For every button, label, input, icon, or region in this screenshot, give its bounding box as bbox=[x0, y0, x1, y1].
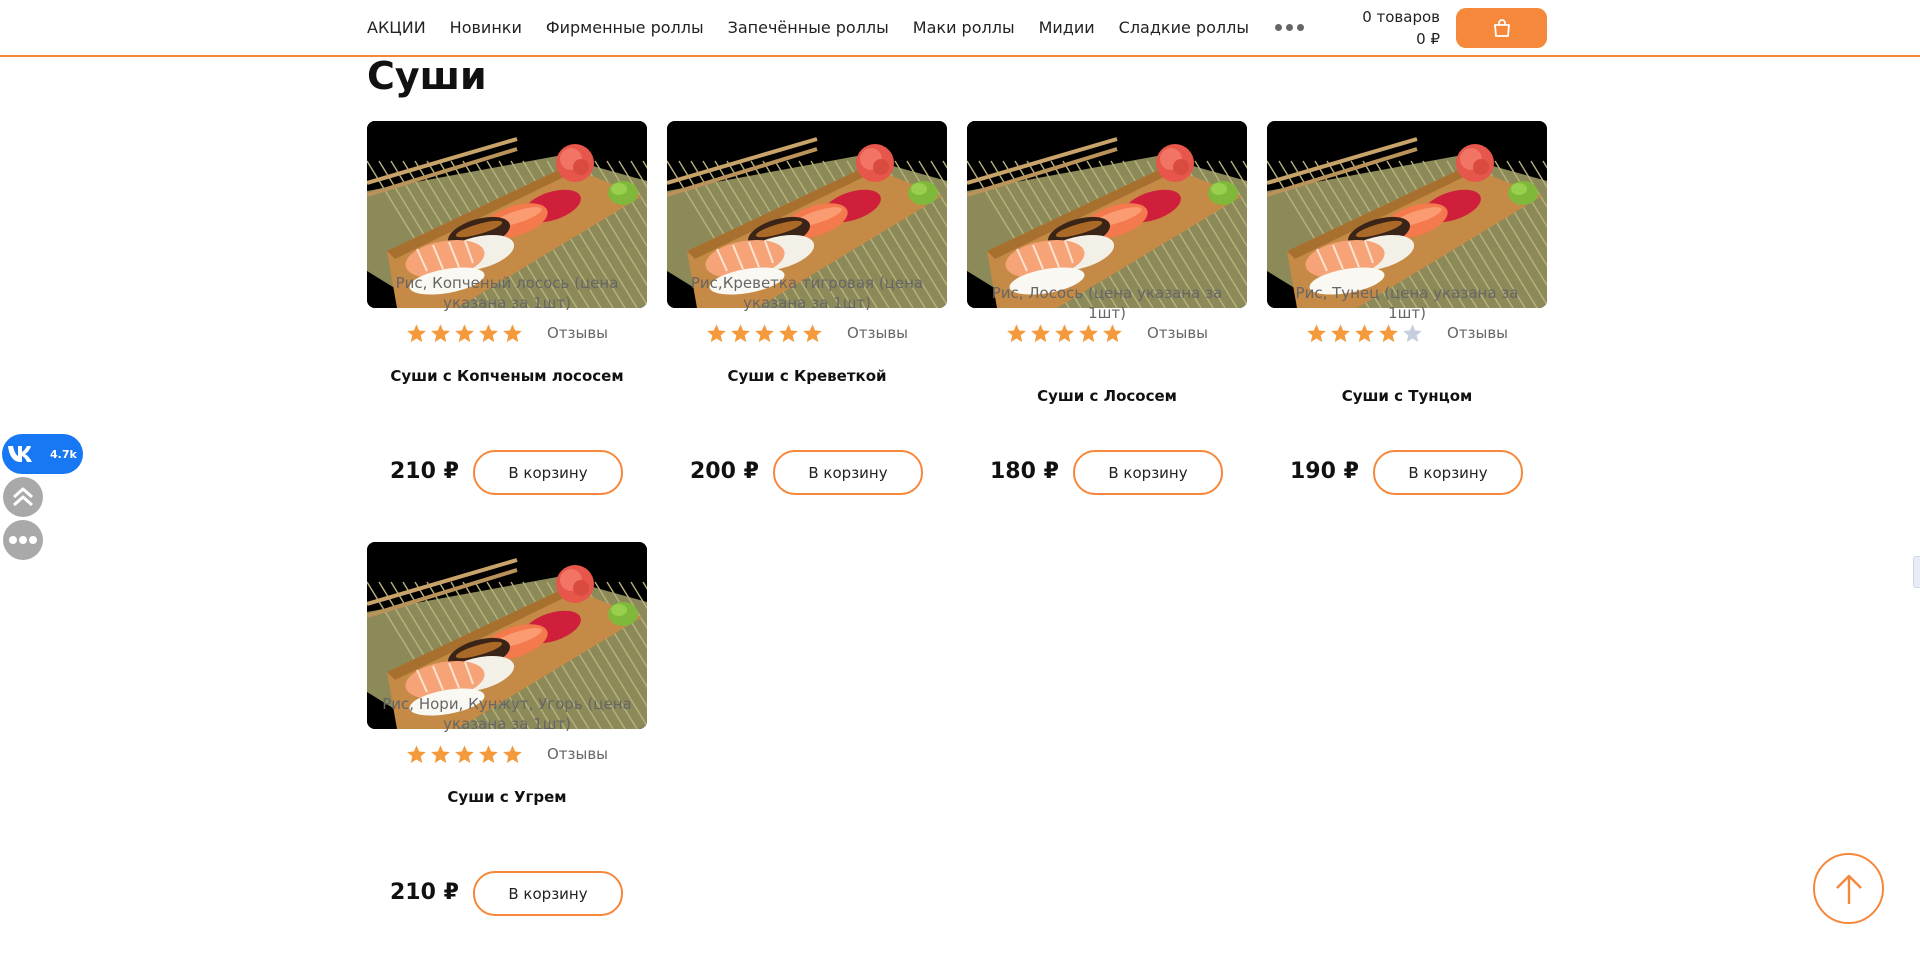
nav-item-firmennye-rolly[interactable]: Фирменные роллы bbox=[546, 18, 704, 37]
star-filled-icon bbox=[1031, 323, 1050, 342]
add-to-cart-button[interactable]: В корзину bbox=[1373, 450, 1523, 495]
star-rating bbox=[406, 744, 523, 765]
nav-item-akcii[interactable]: АКЦИИ bbox=[367, 18, 426, 37]
product-card: Отзывы Суши с Копченым лососем Рис, Копчен… bbox=[367, 121, 647, 495]
cart-items-count: 0 товаров bbox=[1362, 8, 1440, 26]
product-description: Рис, Тунец (цена указана за 1шт) bbox=[1295, 284, 1519, 322]
shopping-bag-icon bbox=[1493, 19, 1510, 37]
reviews-link[interactable]: Отзывы bbox=[547, 745, 608, 763]
product-card: Отзывы Суши с Лососем Рис, Лосось (цена ук… bbox=[967, 121, 1247, 495]
star-filled-icon bbox=[1355, 323, 1374, 342]
product-description: Рис,Креветка тигровая (цена указана за 1… bbox=[690, 274, 924, 312]
product-price: 210 ₽ bbox=[390, 459, 459, 484]
star-filled-icon bbox=[407, 744, 426, 763]
product-image[interactable] bbox=[1267, 121, 1547, 308]
product-name: Суши с Копченым лососем bbox=[390, 367, 624, 385]
scroll-up-widget[interactable] bbox=[3, 477, 43, 517]
site-header: АКЦИИ Новинки Фирменные роллы Запечённые… bbox=[0, 0, 1920, 57]
reviews-link[interactable]: Отзывы bbox=[1147, 324, 1208, 342]
star-rating bbox=[706, 323, 823, 344]
scroll-top-button[interactable] bbox=[1813, 853, 1884, 924]
rating-row: Отзывы bbox=[1267, 320, 1547, 346]
product-image[interactable] bbox=[967, 121, 1247, 308]
star-filled-icon bbox=[1055, 323, 1074, 342]
star-filled-icon bbox=[503, 323, 522, 342]
star-filled-icon bbox=[707, 323, 726, 342]
product-card: Отзывы Суши с Креветкой Рис,Креветка тигро… bbox=[667, 121, 947, 495]
product-card: Отзывы Суши с Угрем Рис, Нори, Кунжут, Уго… bbox=[367, 542, 647, 916]
nav-item-midii[interactable]: Мидии bbox=[1039, 18, 1095, 37]
product-name: Суши с Тунцом bbox=[1341, 387, 1473, 405]
product-description: Рис, Лосось (цена указана за 1шт) bbox=[991, 284, 1223, 322]
product-card: Отзывы Суши с Тунцом Рис, Тунец (цена указ… bbox=[1267, 121, 1547, 495]
star-filled-icon bbox=[455, 744, 474, 763]
vk-logo-icon bbox=[2, 434, 42, 474]
star-filled-icon bbox=[1103, 323, 1122, 342]
nav-item-sladkie-rolly[interactable]: Сладкие роллы bbox=[1119, 18, 1249, 37]
product-name: Суши с Угрем bbox=[447, 788, 567, 806]
product-price: 210 ₽ bbox=[390, 880, 459, 905]
product-name: Суши с Лососем bbox=[1037, 387, 1177, 405]
nav-item-novinki[interactable]: Новинки bbox=[450, 18, 522, 37]
star-filled-icon bbox=[431, 323, 450, 342]
star-filled-icon bbox=[479, 323, 498, 342]
star-filled-icon bbox=[407, 323, 426, 342]
rating-row: Отзывы bbox=[367, 741, 647, 767]
star-rating bbox=[1006, 323, 1123, 344]
star-filled-icon bbox=[779, 323, 798, 342]
section-title: Суши bbox=[367, 54, 487, 98]
vk-widget[interactable]: 4.7k bbox=[2, 434, 83, 474]
star-rating bbox=[406, 323, 523, 344]
rating-row: Отзывы bbox=[967, 320, 1247, 346]
add-to-cart-button[interactable]: В корзину bbox=[1073, 450, 1223, 495]
cart-total: 0 ₽ bbox=[1416, 30, 1440, 48]
star-filled-icon bbox=[455, 323, 474, 342]
main-nav: АКЦИИ Новинки Фирменные роллы Запечённые… bbox=[367, 0, 1304, 55]
rating-row: Отзывы bbox=[367, 320, 647, 346]
star-filled-icon bbox=[1331, 323, 1350, 342]
add-to-cart-button[interactable]: В корзину bbox=[473, 871, 623, 916]
nav-item-maki-rolly[interactable]: Маки роллы bbox=[913, 18, 1015, 37]
reviews-link[interactable]: Отзывы bbox=[847, 324, 908, 342]
reviews-link[interactable]: Отзывы bbox=[547, 324, 608, 342]
product-price: 200 ₽ bbox=[690, 459, 759, 484]
star-filled-icon bbox=[1007, 323, 1026, 342]
star-filled-icon bbox=[1379, 323, 1398, 342]
product-description: Рис, Копченый лосось (цена указана за 1ш… bbox=[395, 274, 619, 312]
add-to-cart-button[interactable]: В корзину bbox=[773, 450, 923, 495]
sushi-product-image bbox=[1267, 121, 1547, 308]
sushi-product-image bbox=[967, 121, 1247, 308]
star-filled-icon bbox=[431, 744, 450, 763]
product-description: Рис, Нори, Кунжут, Угорь (цена указана з… bbox=[382, 695, 632, 733]
star-filled-icon bbox=[755, 323, 774, 342]
product-price: 180 ₽ bbox=[990, 459, 1059, 484]
star-filled-icon bbox=[731, 323, 750, 342]
add-to-cart-button[interactable]: В корзину bbox=[473, 450, 623, 495]
more-dots-icon[interactable] bbox=[1274, 24, 1304, 31]
vk-count: 4.7k bbox=[50, 447, 77, 461]
cart-summary[interactable]: 0 товаров 0 ₽ bbox=[1362, 6, 1440, 50]
side-tab-handle[interactable] bbox=[1913, 556, 1920, 588]
double-chevron-up-icon bbox=[13, 487, 33, 507]
product-price: 190 ₽ bbox=[1290, 459, 1359, 484]
more-dots-icon bbox=[9, 536, 37, 544]
rating-row: Отзывы bbox=[667, 320, 947, 346]
nav-item-zapechennye-rolly[interactable]: Запечённые роллы bbox=[728, 18, 889, 37]
more-widget[interactable] bbox=[3, 520, 43, 560]
star-rating bbox=[1306, 323, 1423, 344]
arrow-up-icon bbox=[1835, 874, 1862, 904]
star-filled-icon bbox=[479, 744, 498, 763]
star-filled-icon bbox=[503, 744, 522, 763]
product-name: Суши с Креветкой bbox=[727, 367, 887, 385]
star-filled-icon bbox=[803, 323, 822, 342]
star-filled-icon bbox=[1307, 323, 1326, 342]
cart-button[interactable] bbox=[1456, 8, 1547, 48]
reviews-link[interactable]: Отзывы bbox=[1447, 324, 1508, 342]
star-empty-icon bbox=[1403, 323, 1422, 342]
star-filled-icon bbox=[1079, 323, 1098, 342]
